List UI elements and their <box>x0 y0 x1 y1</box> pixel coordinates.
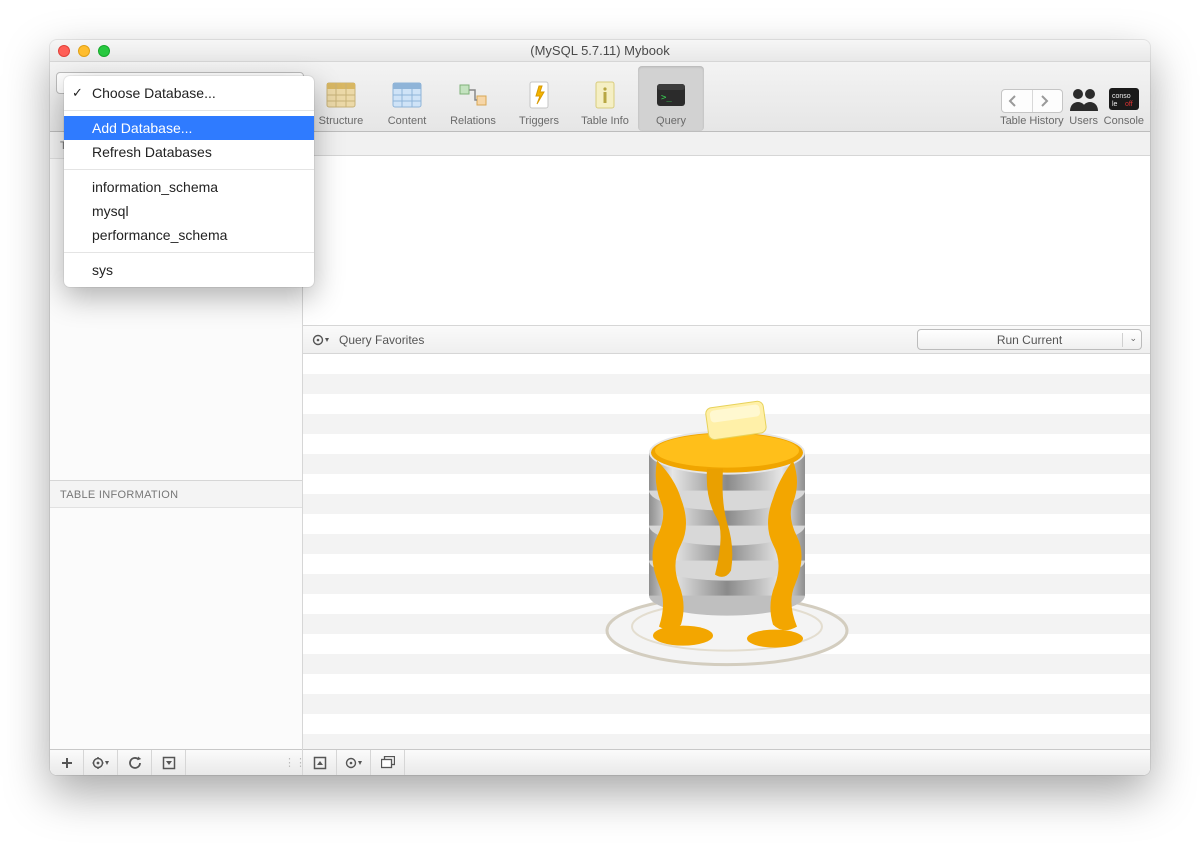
table-history: Table History <box>1000 89 1064 127</box>
main-bottombar <box>303 749 1150 775</box>
gear-dropdown-button[interactable] <box>84 750 118 775</box>
check-icon: ✓ <box>72 85 83 101</box>
add-button[interactable] <box>50 750 84 775</box>
tab-label: Query <box>656 115 686 127</box>
tab-label: Content <box>388 115 427 127</box>
dropdown-db-item[interactable]: performance_schema <box>64 223 314 247</box>
dropdown-add-database[interactable]: Add Database... <box>64 116 314 140</box>
history-forward-button[interactable] <box>1032 90 1062 112</box>
dropdown-choose[interactable]: ✓ Choose Database... <box>64 81 314 105</box>
table-info-header: TABLE INFORMATION <box>50 481 302 508</box>
query-gear-button[interactable] <box>311 330 331 350</box>
query-editor[interactable] <box>303 156 1150 326</box>
dropdown-separator <box>64 110 314 111</box>
content-icon <box>391 79 423 111</box>
info-icon <box>589 79 621 111</box>
tab-content[interactable]: Content <box>374 66 440 131</box>
sidebar-info: TABLE INFORMATION <box>50 480 302 749</box>
tab-label: Table Info <box>581 115 629 127</box>
dropdown-refresh[interactable]: Refresh Databases <box>64 140 314 164</box>
console-button[interactable]: consoleoff Console <box>1104 83 1144 127</box>
tab-label: Relations <box>450 115 496 127</box>
chevron-down-icon: ⌄ <box>1122 333 1137 347</box>
dropdown-label: Add Database... <box>92 120 192 136</box>
users-button[interactable]: Users <box>1068 83 1100 127</box>
svg-text:le: le <box>1112 101 1118 108</box>
results-area <box>303 354 1150 749</box>
tab-label: Structure <box>319 115 364 127</box>
query-icon: >_ <box>655 79 687 111</box>
resize-grip[interactable]: ⋮⋮ <box>288 750 302 775</box>
dropdown-label: mysql <box>92 203 129 219</box>
database-dropdown: ✓ Choose Database... Add Database... Ref… <box>64 76 314 287</box>
triggers-icon <box>523 79 555 111</box>
svg-text:off: off <box>1125 101 1133 108</box>
history-buttons <box>1001 89 1063 113</box>
console-icon: consoleoff <box>1108 83 1140 115</box>
dropdown-label: information_schema <box>92 179 218 195</box>
run-query-button[interactable]: Run Current ⌄ <box>917 329 1142 350</box>
tab-table-info[interactable]: Table Info <box>572 66 638 131</box>
dropdown-separator <box>64 252 314 253</box>
relations-icon <box>457 79 489 111</box>
sidebar-bottombar: ⋮⋮ <box>50 749 302 775</box>
dropdown-db-item[interactable]: mysql <box>64 199 314 223</box>
dropdown-db-item[interactable]: sys <box>64 258 314 282</box>
dropdown-label: performance_schema <box>92 227 227 243</box>
console-label: Console <box>1104 115 1144 127</box>
run-label: Run Current <box>997 333 1062 347</box>
history-label: Table History <box>1000 115 1064 127</box>
tab-query[interactable]: >_ Query <box>638 66 704 131</box>
structure-icon <box>325 79 357 111</box>
dropdown-label: Refresh Databases <box>92 144 212 160</box>
query-favorites-label[interactable]: Query Favorites <box>339 333 424 347</box>
query-tabstrip[interactable] <box>303 132 1150 156</box>
results-gear-button[interactable] <box>337 750 371 775</box>
collapse-button[interactable] <box>152 750 186 775</box>
users-label: Users <box>1069 115 1098 127</box>
history-back-button[interactable] <box>1002 90 1032 112</box>
svg-text:>_: >_ <box>661 93 672 103</box>
dropdown-db-item[interactable]: information_schema <box>64 175 314 199</box>
tab-relations[interactable]: Relations <box>440 66 506 131</box>
titlebar: (MySQL 5.7.11) Mybook <box>50 40 1150 62</box>
dropdown-label: sys <box>92 262 113 278</box>
tab-triggers[interactable]: Triggers <box>506 66 572 131</box>
window-title: (MySQL 5.7.11) Mybook <box>50 43 1150 58</box>
svg-text:conso: conso <box>1112 93 1131 100</box>
app-logo <box>587 360 867 690</box>
tab-label: Triggers <box>519 115 559 127</box>
expand-results-button[interactable] <box>303 750 337 775</box>
dropdown-label: Choose Database... <box>92 85 216 101</box>
toolbar-right: Table History Users consoleoff Console <box>1000 66 1144 131</box>
view-tabs: Structure Content Relations Triggers <box>308 66 704 131</box>
main: Query Favorites Run Current ⌄ <box>303 132 1150 775</box>
refresh-button[interactable] <box>118 750 152 775</box>
tab-structure[interactable]: Structure <box>308 66 374 131</box>
query-bar: Query Favorites Run Current ⌄ <box>303 326 1150 354</box>
dropdown-separator <box>64 169 314 170</box>
app-window: (MySQL 5.7.11) Mybook Structure Content <box>50 40 1150 775</box>
users-icon <box>1068 83 1100 115</box>
windows-button[interactable] <box>371 750 405 775</box>
